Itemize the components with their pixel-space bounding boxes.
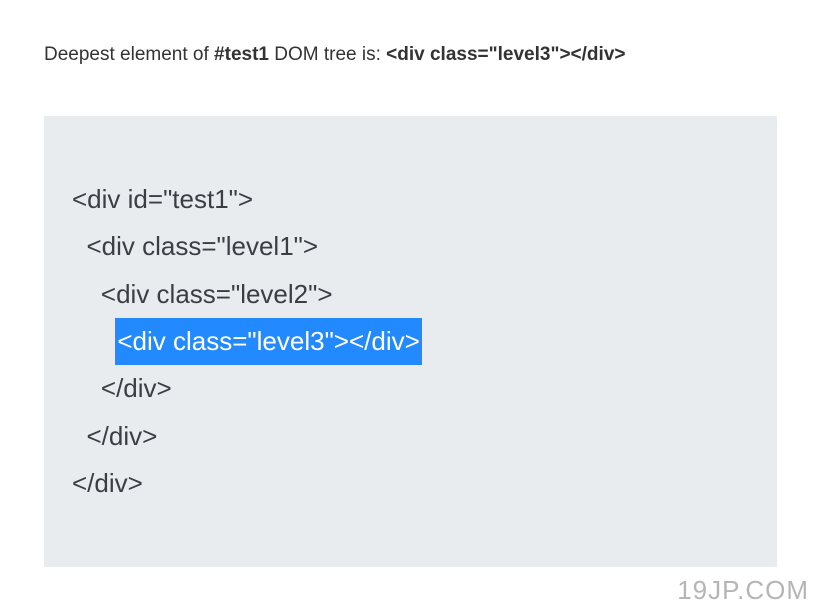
- heading-mid: DOM tree is:: [269, 44, 386, 65]
- code-line-4-indent: [72, 326, 115, 356]
- code-line-6: </div>: [72, 413, 749, 460]
- code-block: <div id="test1"> <div class="level1"> <d…: [44, 116, 777, 567]
- heading-bold1: #test1: [214, 44, 269, 65]
- code-line-1: <div id="test1">: [72, 176, 749, 223]
- heading-prefix: Deepest element of: [44, 44, 214, 65]
- watermark: 19JP.COM: [677, 575, 809, 606]
- heading-text: Deepest element of #test1 DOM tree is: <…: [44, 44, 777, 66]
- code-line-5: </div>: [72, 365, 749, 412]
- code-line-3: <div class="level2">: [72, 271, 749, 318]
- code-line-2: <div class="level1">: [72, 223, 749, 270]
- code-line-4: <div class="level3"></div>: [72, 318, 749, 365]
- code-line-7: </div>: [72, 460, 749, 507]
- code-line-4-highlight: <div class="level3"></div>: [115, 318, 421, 365]
- heading-bold2: <div class="level3"></div>: [386, 44, 625, 65]
